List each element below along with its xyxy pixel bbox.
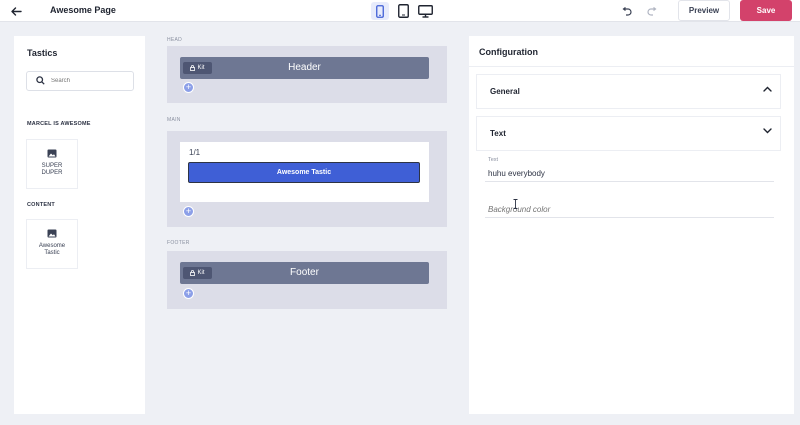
search-icon [36,76,45,85]
plus-icon: + [185,288,192,298]
section-label-main: MAIN [167,117,181,123]
desktop-icon [417,4,433,18]
top-bar: Awesome Page Preview Save [0,0,800,22]
image-icon [47,229,57,238]
plus-icon: + [185,82,192,92]
device-tablet-button[interactable] [394,2,412,20]
redo-button[interactable] [644,3,660,19]
column-fraction: 1/1 [189,148,201,157]
divider [469,66,794,67]
chevron-up-icon [763,86,772,92]
chevron-down-icon [763,128,772,134]
accordion-general[interactable]: General [476,74,781,109]
section-label-head: HEAD [167,37,183,43]
add-row-button[interactable]: + [183,206,194,217]
redo-icon [646,6,656,16]
tablet-icon [397,4,409,18]
back-button[interactable] [8,3,24,19]
main-row[interactable]: 1/1 Awesome Tastic [180,142,429,202]
preview-button[interactable]: Preview [678,0,730,21]
accordion-label: Text [490,129,506,138]
page-title: Awesome Page [50,5,116,15]
undo-button[interactable] [618,3,634,19]
search-field[interactable] [26,71,134,91]
text-field[interactable] [485,166,774,182]
undo-icon [622,6,632,16]
text-cursor-icon [513,199,518,209]
configuration-panel: Configuration General Text Text [469,36,794,414]
add-row-button[interactable]: + [183,82,194,93]
device-mobile-button[interactable] [371,2,389,20]
group-label-content: CONTENT [27,202,55,208]
head-section: Kit Header + [167,46,447,103]
accordion-text[interactable]: Text [476,116,781,151]
device-desktop-button[interactable] [416,2,434,20]
main-section: 1/1 Awesome Tastic + [167,131,447,227]
save-button[interactable]: Save [740,0,792,21]
footer-block-title: Footer [290,267,319,278]
image-icon [47,149,57,158]
header-block-title: Header [288,62,321,73]
tastic-tile-awesome-tastic[interactable]: Awesome Tastic [26,219,78,269]
text-field-label: Text [488,157,499,163]
footer-section: Kit Footer + [167,251,447,309]
plus-icon: + [185,206,192,216]
accordion-label: General [490,87,520,96]
tastic-tile-super-duper[interactable]: SUPER DUPER [26,139,78,189]
mobile-icon [376,4,384,18]
awesome-tastic-block[interactable]: Awesome Tastic [188,162,420,183]
tastic-tile-label: SUPER DUPER [41,163,63,176]
configuration-title: Configuration [479,47,538,57]
group-label-marcel-is-awesome: MARCEL IS AWESOME [27,121,91,127]
tastic-tile-label: Awesome Tastic [38,243,66,256]
footer-block[interactable]: Kit Footer [180,262,429,284]
section-label-footer: FOOTER [167,240,190,246]
add-row-button[interactable]: + [183,288,194,299]
header-block[interactable]: Kit Header [180,57,429,79]
background-color-field[interactable] [485,202,774,218]
sidebar-title: Tastics [27,48,58,58]
arrow-left-icon [10,6,22,16]
search-input[interactable] [51,75,131,87]
